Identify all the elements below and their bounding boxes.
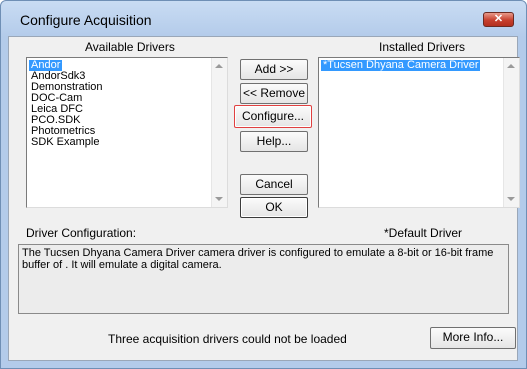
window-title: Configure Acquisition: [20, 12, 152, 28]
installed-drivers-list[interactable]: *Tucsen Dhyana Camera Driver: [318, 57, 520, 208]
cancel-button[interactable]: Cancel: [240, 174, 308, 195]
installed-list-scrollbar[interactable]: [503, 58, 519, 207]
configure-button[interactable]: Configure...: [234, 105, 312, 128]
list-item[interactable]: SDK Example: [29, 137, 101, 148]
available-drivers-list[interactable]: Andor AndorSdk3 Demonstration DOC-Cam Leica …: [26, 57, 228, 208]
add-driver-button[interactable]: Add >>: [240, 59, 308, 80]
scroll-down-icon[interactable]: [507, 197, 515, 201]
available-list-scrollbar[interactable]: [211, 58, 227, 207]
scroll-down-icon[interactable]: [215, 197, 223, 201]
help-button[interactable]: Help...: [240, 131, 308, 152]
available-drivers-header: Available Drivers: [85, 40, 175, 54]
remove-driver-button[interactable]: << Remove: [240, 83, 308, 104]
scroll-up-icon[interactable]: [507, 64, 515, 68]
ok-button[interactable]: OK: [240, 197, 308, 218]
status-message: Three acquisition drivers could not be l…: [108, 332, 347, 346]
more-info-button[interactable]: More Info...: [430, 327, 516, 349]
close-button[interactable]: ✕: [483, 12, 514, 27]
list-item[interactable]: *Tucsen Dhyana Camera Driver: [321, 60, 481, 71]
close-icon: ✕: [493, 13, 504, 25]
driver-configuration-label: Driver Configuration:: [26, 226, 137, 240]
default-driver-note: *Default Driver: [384, 226, 463, 240]
title-bar[interactable]: Configure Acquisition ✕: [1, 1, 526, 37]
installed-drivers-header: Installed Drivers: [379, 40, 466, 54]
scroll-up-icon[interactable]: [215, 64, 223, 68]
driver-configuration-description: The Tucsen Dhyana Camera Driver camera d…: [18, 244, 509, 314]
